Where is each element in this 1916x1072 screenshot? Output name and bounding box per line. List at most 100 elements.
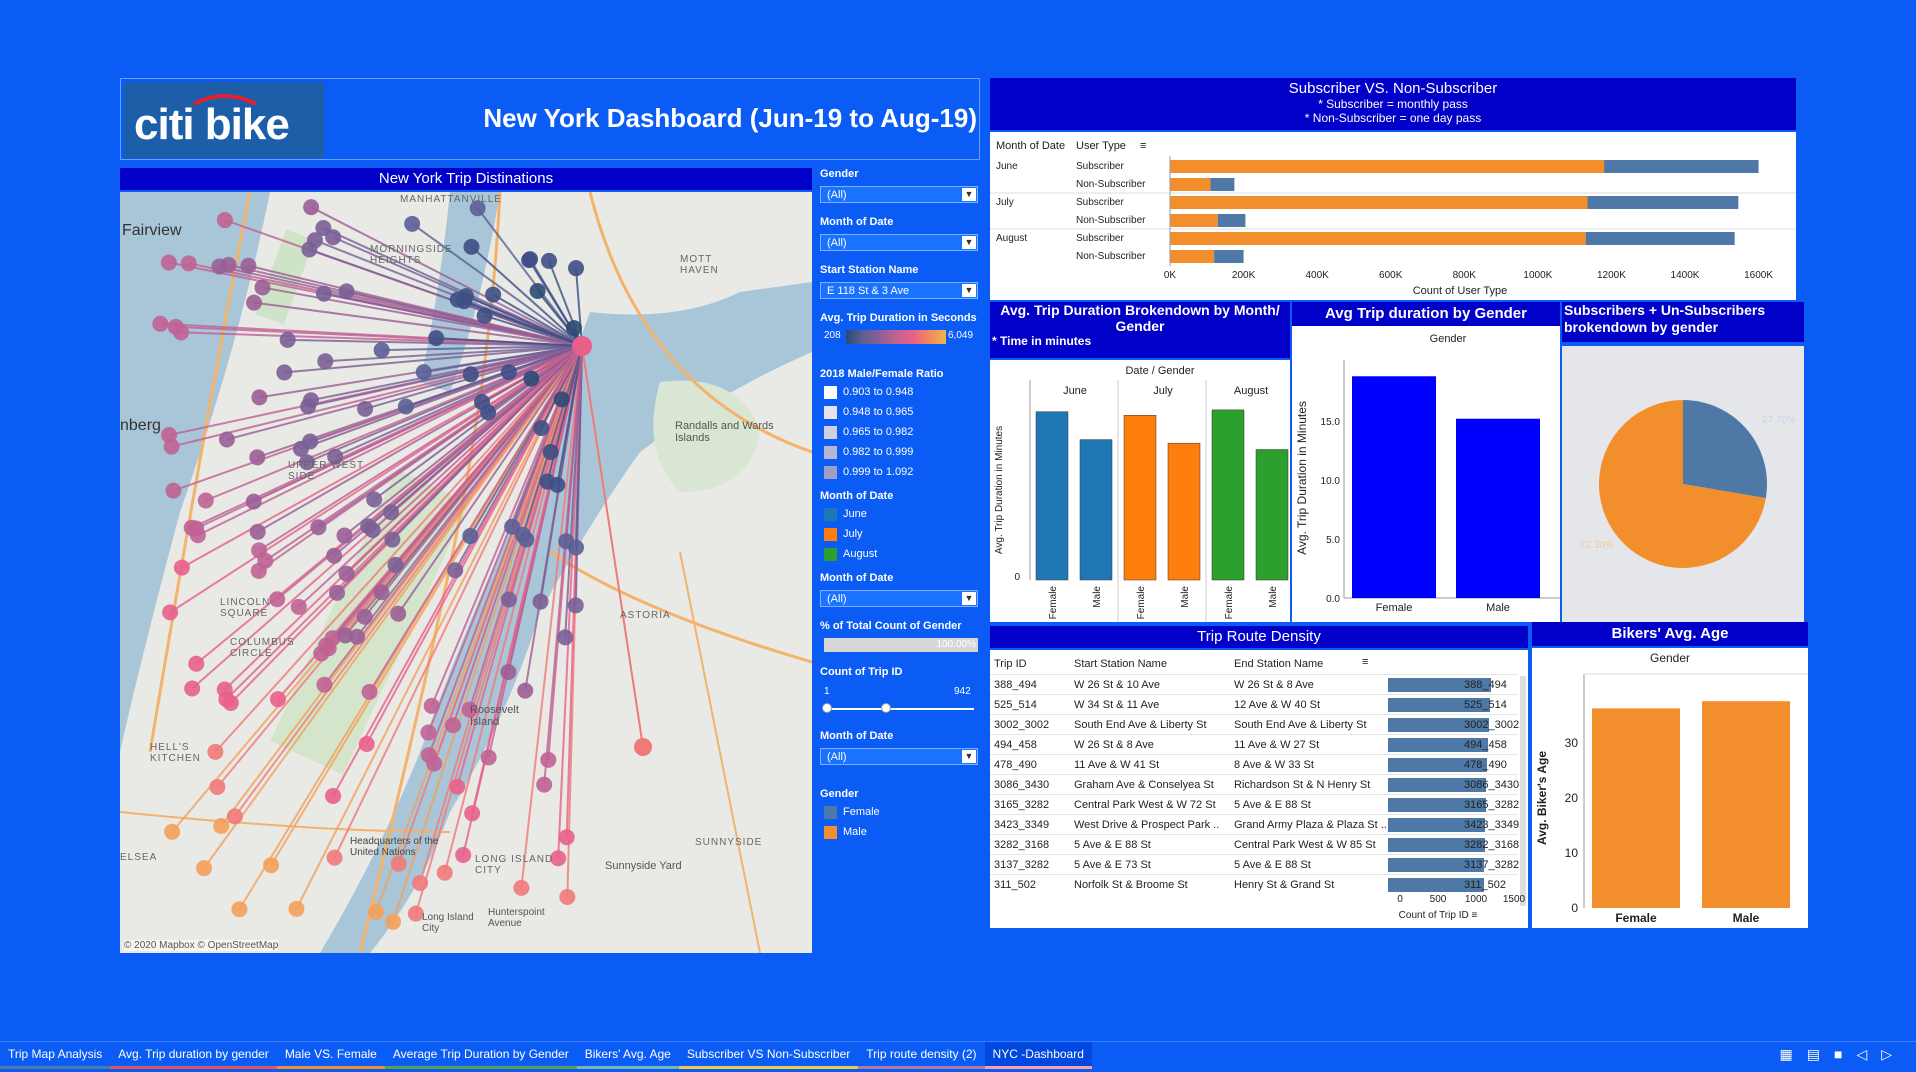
- station-dot: [420, 724, 437, 741]
- month-gender-bar: [1167, 442, 1201, 581]
- month-gender-month-label: August: [1234, 385, 1268, 397]
- ratio-legend-item[interactable]: 0.999 to 1.092: [824, 464, 974, 484]
- route-col-trip-id[interactable]: Trip ID: [994, 658, 1027, 670]
- month-dropdown[interactable]: (All) ▼: [820, 234, 978, 251]
- sort-icon[interactable]: ≡: [1362, 656, 1368, 668]
- trip-map[interactable]: Fairview MANHATTANVILLE MORNINGSIDE HEIG…: [120, 192, 812, 953]
- station-dot: [485, 286, 502, 303]
- station-dot: [553, 391, 570, 408]
- trip-route-line: [248, 264, 583, 347]
- station-dot: [385, 913, 402, 930]
- tab-2[interactable]: Male VS. Female: [276, 1042, 385, 1069]
- route-bar-label: 494_458: [1464, 739, 1507, 751]
- age-bar: [1592, 708, 1680, 908]
- station-dot: [500, 591, 517, 608]
- chevron-down-icon[interactable]: ▼: [962, 592, 976, 605]
- tab-4[interactable]: Bikers' Avg. Age: [576, 1042, 679, 1069]
- station-dot: [384, 531, 401, 548]
- count-trip-slider[interactable]: [824, 708, 974, 710]
- route-trip-id: 494_458: [994, 739, 1037, 751]
- month-dropdown-3[interactable]: (All) ▼: [820, 748, 978, 765]
- subscriber-tick-label: 400K: [1305, 270, 1329, 281]
- tab-7[interactable]: NYC -Dashboard: [984, 1042, 1092, 1069]
- station-dot: [167, 318, 184, 335]
- filter-column: Gender (All) ▼ Month of Date (All) ▼ Start…: [820, 168, 980, 868]
- station-dot: [245, 493, 262, 510]
- place-label-sunnyside: SUNNYSIDE: [695, 837, 763, 848]
- table-row[interactable]: 525_514 W 34 St & 11 Ave 12 Ave & W 40 St 5…: [990, 694, 1518, 715]
- count-slider-handle-min[interactable]: [822, 703, 832, 713]
- station-dot: [231, 901, 248, 918]
- month-swatch: [824, 507, 837, 521]
- ratio-legend-item[interactable]: 0.948 to 0.965: [824, 404, 974, 424]
- table-row[interactable]: 478_490 11 Ave & W 41 St 8 Ave & W 33 St 47…: [990, 754, 1518, 775]
- table-row[interactable]: 3423_3349 West Drive & Prospect Park .. Gr…: [990, 814, 1519, 835]
- route-col-end[interactable]: End Station Name: [1234, 658, 1323, 670]
- filmstrip-icon[interactable]: ■: [1834, 1046, 1856, 1062]
- pct-gender-label: % of Total Count of Gender: [820, 620, 962, 632]
- count-slider-handle-max[interactable]: [881, 703, 891, 713]
- table-row[interactable]: 3165_3282 Central Park West & W 72 St 5 Av…: [990, 794, 1519, 815]
- month-legend-item[interactable]: July: [824, 526, 974, 546]
- station-dot: [279, 331, 296, 348]
- table-row[interactable]: 388_494 W 26 St & 10 Ave W 26 St & 8 Ave 38…: [990, 674, 1518, 695]
- place-label-hells-kitchen: HELL'S KITCHEN: [150, 742, 201, 764]
- place-label-sunnyside-yard: Sunnyside Yard: [605, 860, 682, 872]
- gender-dropdown[interactable]: (All) ▼: [820, 186, 978, 203]
- route-scrollbar[interactable]: [1520, 676, 1526, 906]
- gender-swatch: [824, 825, 837, 839]
- list-view-icon[interactable]: ▤: [1807, 1046, 1834, 1062]
- chevron-down-icon[interactable]: ▼: [962, 284, 976, 297]
- month-legend-item[interactable]: June: [824, 506, 974, 526]
- route-trip-id: 3137_3282: [994, 859, 1050, 871]
- table-row[interactable]: 3137_3282 5 Ave & E 73 St 5 Ave & E 88 St 3…: [990, 854, 1519, 875]
- chevron-down-icon[interactable]: ▼: [962, 236, 976, 249]
- tab-1[interactable]: Avg. Trip duration by gender: [110, 1042, 277, 1069]
- tab-3[interactable]: Average Trip Duration by Gender: [384, 1042, 577, 1069]
- tab-6[interactable]: Trip route density (2): [858, 1042, 985, 1069]
- table-row[interactable]: 3086_3430 Graham Ave & Conselyea St Richar…: [990, 774, 1519, 795]
- avg-trip-gradient[interactable]: [846, 330, 946, 344]
- prev-icon[interactable]: ◁: [1856, 1046, 1881, 1062]
- route-bar-label: 3002_3002: [1464, 719, 1520, 731]
- station-dot: [532, 593, 549, 610]
- grid-view-icon[interactable]: ▦: [1780, 1046, 1807, 1062]
- ratio-legend-item[interactable]: 0.903 to 0.948: [824, 384, 974, 404]
- month-filter2-label: Month of Date: [820, 572, 894, 584]
- chevron-down-icon[interactable]: ▼: [962, 750, 976, 763]
- table-row[interactable]: 494_458 W 26 St & 8 Ave 11 Ave & W 27 St 49…: [990, 734, 1518, 755]
- next-icon[interactable]: ▷: [1881, 1046, 1906, 1062]
- station-dot: [404, 215, 421, 232]
- start-station-dropdown[interactable]: E 118 St & 3 Ave ▼: [820, 282, 978, 299]
- month-dropdown-value: (All): [827, 237, 847, 249]
- citibike-logo: citi bike: [124, 82, 324, 158]
- chevron-down-icon[interactable]: ▼: [962, 188, 976, 201]
- pct-gender-bar[interactable]: 100.00%: [824, 638, 978, 652]
- route-col-start[interactable]: Start Station Name: [1074, 658, 1167, 670]
- subscriber-bar-female: [1210, 178, 1235, 191]
- sort-icon: ≡: [1140, 140, 1146, 152]
- route-axis-svg: 0 500 1000 1500 Count of Trip ID ≡: [1397, 894, 1525, 921]
- tab-5[interactable]: Subscriber VS Non-Subscriber: [678, 1042, 859, 1069]
- route-trip-id: 3002_3002: [994, 719, 1050, 731]
- table-row[interactable]: 3002_3002 South End Ave & Liberty St South…: [990, 714, 1520, 735]
- tab-0[interactable]: Trip Map Analysis: [0, 1042, 111, 1069]
- map-credit[interactable]: © 2020 Mapbox © OpenStreetMap: [124, 940, 279, 951]
- station-dot: [541, 252, 558, 269]
- route-tick-label: 500: [1430, 894, 1447, 905]
- subscriber-title: Subscriber VS. Non-Subscriber: [1288, 80, 1498, 97]
- place-label-mott-haven: MOTT HAVEN: [680, 254, 719, 276]
- station-dot: [420, 747, 437, 764]
- route-start-station: 5 Ave & E 88 St: [1074, 839, 1151, 851]
- month-dropdown-2[interactable]: (All) ▼: [820, 590, 978, 607]
- table-row[interactable]: 3282_3168 5 Ave & E 88 St Central Park Wes…: [990, 834, 1519, 855]
- gender-legend-item[interactable]: Male: [824, 824, 974, 844]
- ratio-legend-item[interactable]: 0.965 to 0.982: [824, 424, 974, 444]
- age-category: Male: [1733, 911, 1760, 925]
- gender-legend-item[interactable]: Female: [824, 804, 974, 824]
- station-dot: [360, 518, 377, 535]
- pie-slice: [1683, 400, 1767, 499]
- month-legend-item[interactable]: August: [824, 546, 974, 566]
- ratio-legend-item[interactable]: 0.982 to 0.999: [824, 444, 974, 464]
- gender-avg-tick: 10.0: [1321, 476, 1341, 487]
